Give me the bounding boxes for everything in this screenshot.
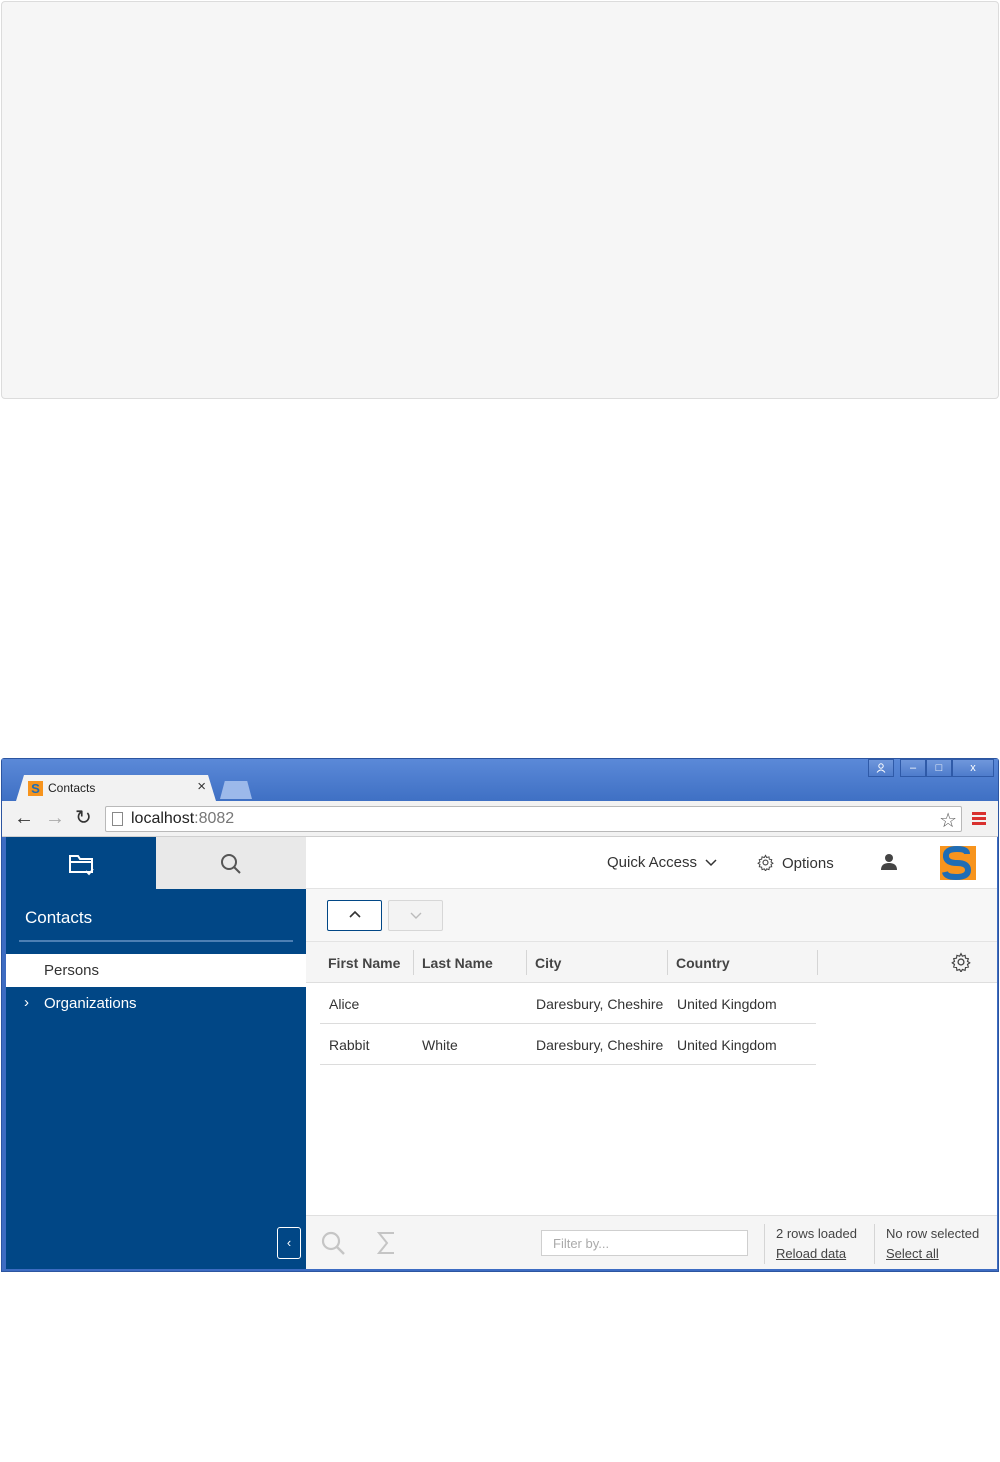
tab-close-icon[interactable]: × (197, 778, 206, 795)
chevron-down-icon (705, 859, 717, 867)
chevron-down-icon (410, 912, 422, 919)
page-icon (112, 812, 123, 826)
browser-titlebar: S Contacts × – □ x (2, 759, 998, 801)
column-divider[interactable] (667, 950, 668, 975)
maximize-button[interactable]: □ (926, 759, 952, 777)
table-footer: 2 rows loaded Reload data No row selecte… (306, 1215, 997, 1269)
table-header: First Name Last Name City Country (306, 942, 997, 983)
folder-icon (69, 855, 94, 876)
quick-access-menu[interactable]: Quick Access (607, 854, 717, 871)
user-icon (881, 854, 897, 870)
scout-favicon-icon: S (28, 781, 43, 796)
bookmark-star-icon[interactable]: ☆ (939, 808, 957, 833)
menubar (306, 889, 997, 942)
tab-title: Contacts (48, 781, 96, 795)
sidebar: Contacts Persons › Organizations ‹ (6, 837, 306, 1269)
browser-tab[interactable]: S Contacts × (16, 775, 216, 801)
column-header[interactable]: Country (676, 955, 730, 971)
svg-text:S: S (31, 781, 40, 796)
table-row[interactable]: Alice Daresbury, Cheshire United Kingdom (320, 983, 816, 1024)
options-label: Options (782, 855, 834, 872)
table-cell: Daresbury, Cheshire (536, 996, 664, 1012)
expand-down-button[interactable] (388, 900, 443, 931)
table-cell: Daresbury, Cheshire (536, 1037, 664, 1053)
sidebar-item-persons[interactable]: Persons (6, 954, 306, 987)
collapse-sidebar-button[interactable]: ‹ (277, 1227, 301, 1259)
search-icon[interactable] (320, 1230, 346, 1256)
scout-logo (940, 846, 976, 880)
table-row[interactable]: Rabbit White Daresbury, Cheshire United … (320, 1024, 816, 1065)
table-settings-gear-icon[interactable] (951, 952, 971, 972)
url-text: localhost:8082 (131, 810, 235, 827)
table-cell: United Kingdom (677, 996, 777, 1012)
new-tab-button[interactable] (220, 781, 252, 799)
gear-icon (757, 854, 774, 873)
sidebar-divider (19, 940, 293, 942)
column-divider[interactable] (817, 950, 818, 975)
code-block (1, 1, 999, 399)
scout-app: Contacts Persons › Organizations ‹ Quick… (6, 837, 997, 1269)
user-menu[interactable] (880, 853, 898, 875)
minimize-button[interactable]: – (900, 759, 926, 777)
close-window-button[interactable]: x (952, 759, 994, 777)
table-cell: White (422, 1037, 458, 1053)
footer-divider (764, 1224, 765, 1264)
browser-window: S Contacts × – □ x ← → ↻ localhost:8082 … (1, 758, 999, 1272)
quick-access-label: Quick Access (607, 854, 698, 871)
footer-divider (874, 1224, 875, 1264)
column-divider[interactable] (413, 950, 414, 975)
column-header[interactable]: First Name (328, 955, 400, 971)
collapse-up-button[interactable] (327, 900, 382, 931)
options-menu[interactable]: Options (757, 854, 834, 873)
back-icon[interactable]: ← (14, 808, 34, 828)
browser-menu-icon[interactable] (972, 812, 986, 826)
table-cell: United Kingdom (677, 1037, 777, 1053)
search-icon (221, 854, 241, 874)
column-header[interactable]: Last Name (422, 955, 493, 971)
table-cell: Alice (329, 996, 360, 1012)
sidebar-title: Contacts (25, 908, 93, 927)
chevron-up-icon (349, 910, 361, 918)
table-cell: Rabbit (329, 1037, 370, 1053)
main-area: Quick Access Options First Name Last Nam… (306, 837, 997, 1269)
address-bar[interactable]: localhost:8082 ☆ (105, 806, 962, 832)
reload-data-link[interactable]: Reload data (776, 1246, 846, 1261)
search-tab[interactable] (156, 837, 306, 889)
selection-status: No row selected (886, 1226, 980, 1241)
outline-tab[interactable] (6, 837, 156, 889)
profile-icon[interactable] (868, 759, 894, 777)
sum-icon[interactable] (376, 1230, 396, 1256)
sidebar-item-label: Organizations (44, 995, 137, 1012)
select-all-link[interactable]: Select all (886, 1246, 939, 1261)
rows-loaded-status: 2 rows loaded (776, 1226, 857, 1241)
reload-icon[interactable]: ↻ (75, 808, 92, 828)
chevron-right-icon: › (24, 994, 29, 1011)
forward-icon[interactable]: → (45, 808, 65, 828)
app-header: Quick Access Options (306, 837, 997, 889)
column-divider[interactable] (526, 950, 527, 975)
sidebar-item-label: Persons (44, 962, 100, 979)
browser-toolbar: ← → ↻ localhost:8082 ☆ (2, 801, 998, 837)
sidebar-item-organizations[interactable]: › Organizations (6, 987, 306, 1020)
column-header[interactable]: City (535, 955, 561, 971)
filter-input[interactable] (541, 1230, 748, 1256)
